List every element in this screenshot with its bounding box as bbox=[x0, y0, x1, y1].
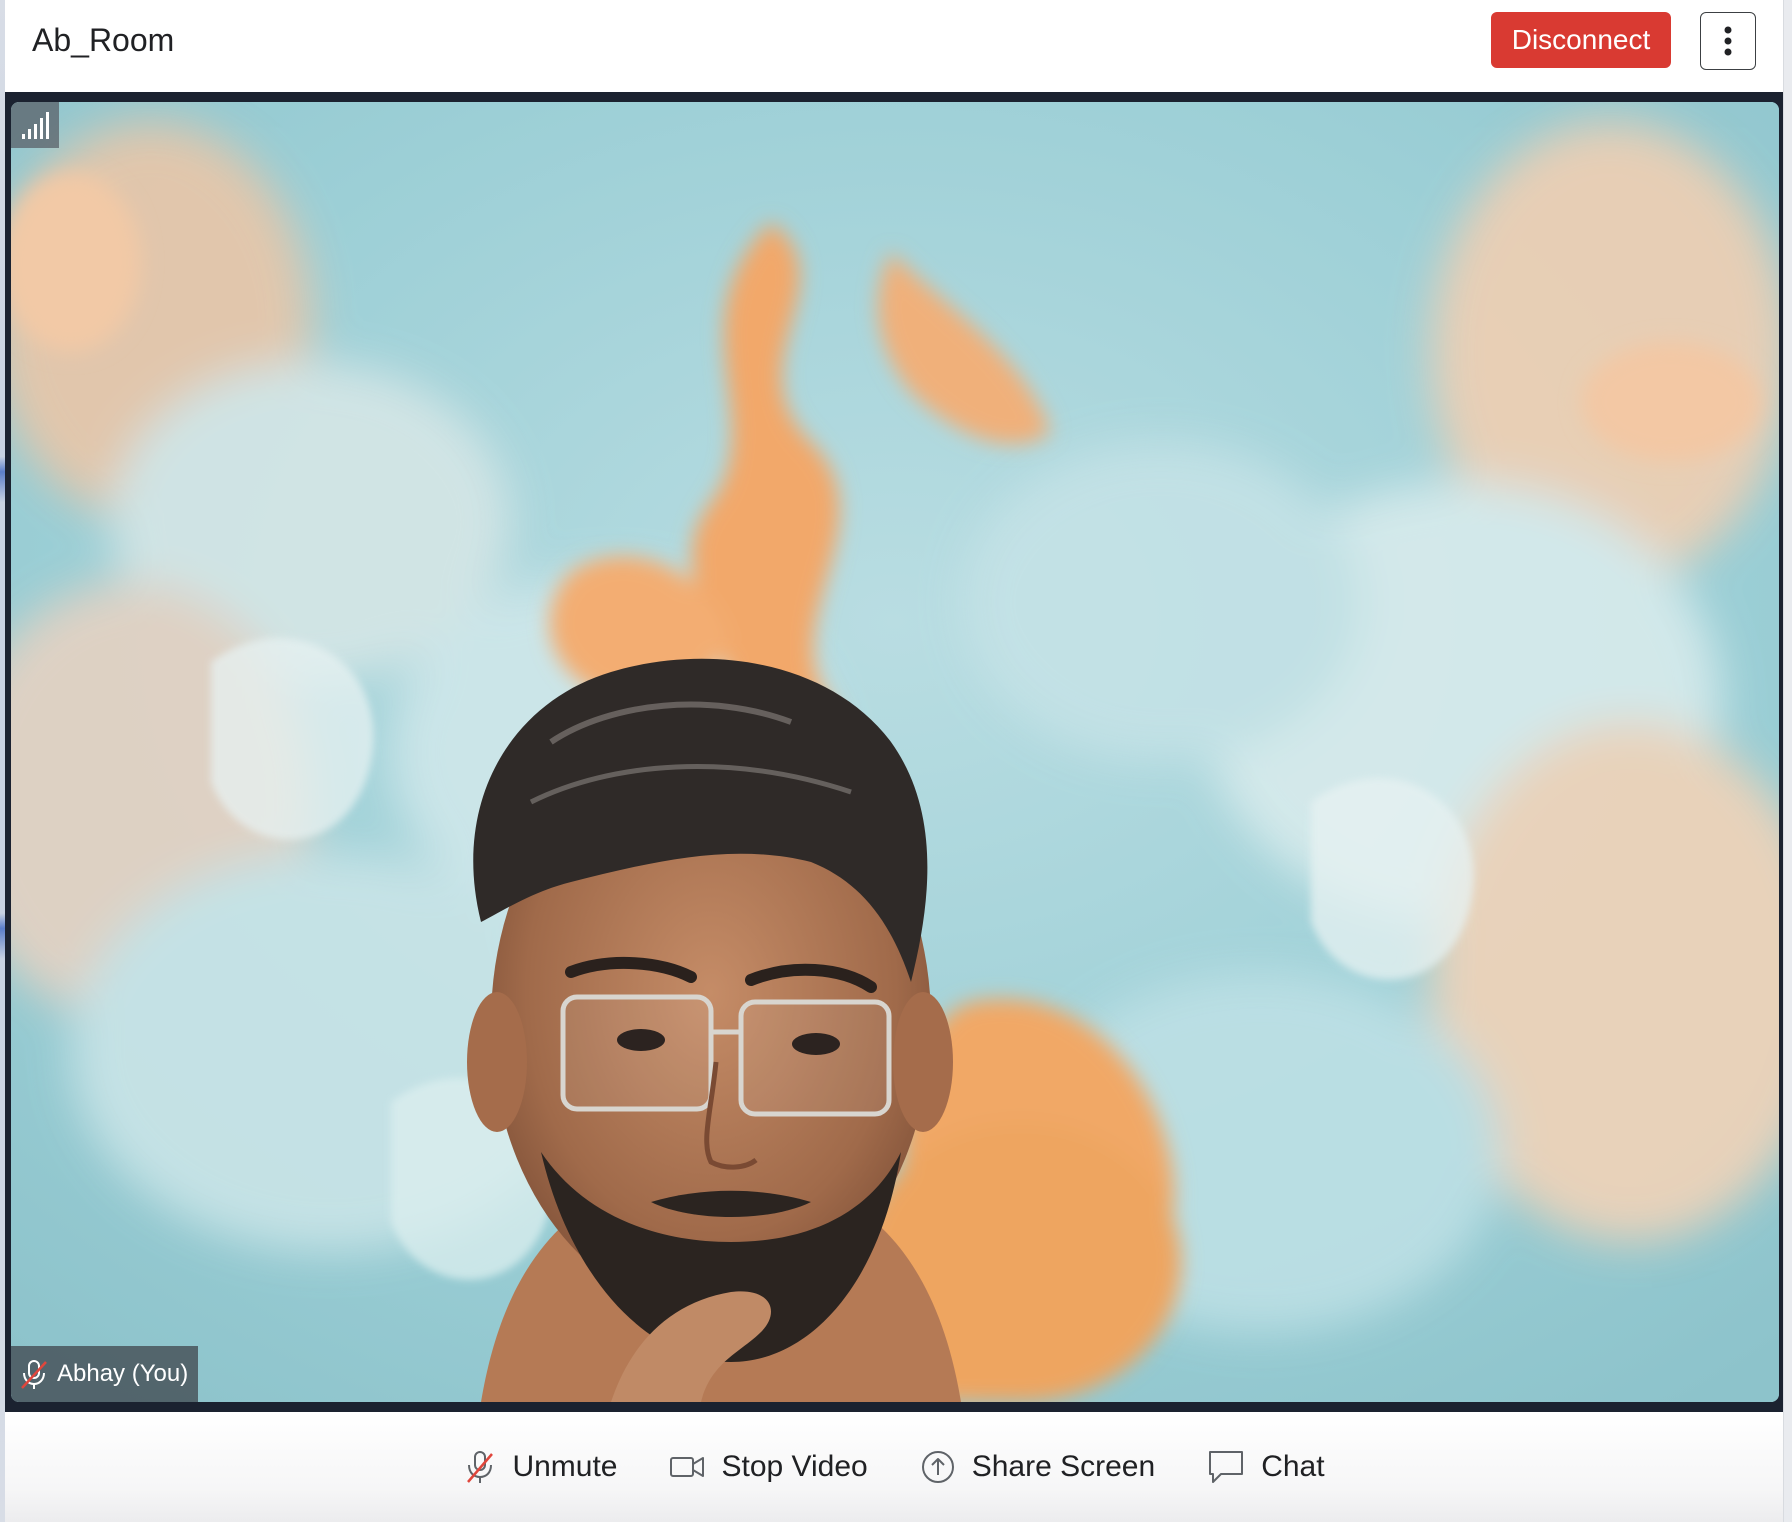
mic-off-icon bbox=[467, 1451, 494, 1483]
stop-video-label: Stop Video bbox=[721, 1450, 868, 1483]
video-call-window: Ab_Room Disconnect Abhay (You) Unmute St… bbox=[5, 0, 1784, 1522]
participant-name: Abhay (You) bbox=[57, 1360, 189, 1387]
participant-video[interactable]: Abhay (You) bbox=[11, 102, 1779, 1402]
share-screen-label: Share Screen bbox=[971, 1450, 1156, 1483]
video-frame: Abhay (You) bbox=[5, 92, 1784, 1412]
unmute-button[interactable]: Unmute bbox=[464, 1449, 617, 1485]
signal-strength-icon bbox=[22, 112, 49, 139]
video-feed-image bbox=[11, 102, 1779, 1402]
call-controls-toolbar: Unmute Stop Video Share Screen Chat bbox=[5, 1412, 1784, 1522]
mic-off-icon bbox=[21, 1360, 47, 1389]
header: Ab_Room Disconnect bbox=[5, 0, 1784, 92]
chat-label: Chat bbox=[1261, 1450, 1325, 1483]
participant-name-tag: Abhay (You) bbox=[11, 1346, 199, 1402]
signal-strength-indicator bbox=[11, 102, 59, 148]
room-title: Ab_Room bbox=[32, 22, 175, 58]
stop-video-button[interactable]: Stop Video bbox=[669, 1450, 868, 1484]
vertical-dots-icon bbox=[1724, 26, 1732, 56]
more-options-button[interactable] bbox=[1700, 12, 1756, 70]
share-screen-icon bbox=[921, 1451, 954, 1483]
disconnect-button[interactable]: Disconnect bbox=[1491, 12, 1671, 68]
chat-bubble-icon bbox=[1209, 1451, 1244, 1483]
participant-figure bbox=[467, 658, 961, 1402]
video-camera-icon bbox=[670, 1457, 705, 1477]
page-scrollbar-edge bbox=[1783, 0, 1792, 1522]
share-screen-button[interactable]: Share Screen bbox=[920, 1449, 1155, 1485]
chat-button[interactable]: Chat bbox=[1207, 1449, 1325, 1485]
unmute-label: Unmute bbox=[512, 1450, 618, 1483]
